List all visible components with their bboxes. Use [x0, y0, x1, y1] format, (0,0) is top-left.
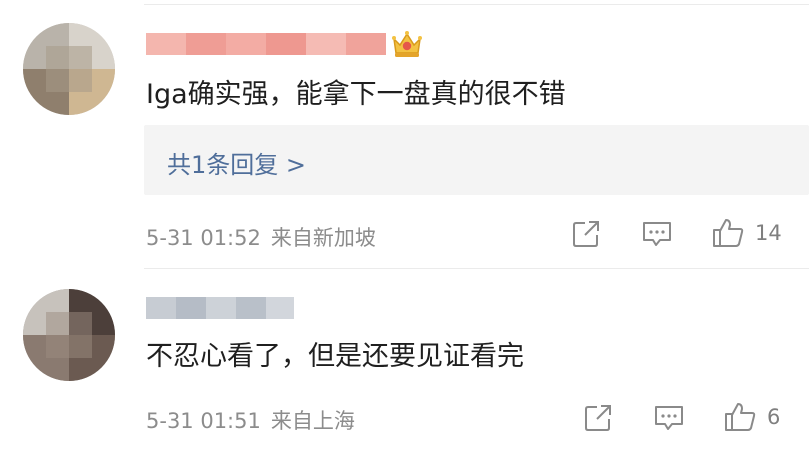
comment-meta: 5-31 01:52 来自新加坡 — [146, 222, 386, 252]
crown-icon — [392, 31, 422, 57]
view-replies-link[interactable]: 共1条回复 > — [167, 145, 306, 180]
comment-source: 来自上海 — [270, 409, 355, 433]
like-count: 6 — [767, 405, 781, 429]
share-icon — [573, 221, 599, 247]
comment-date: 5-31 01:52 — [146, 226, 261, 250]
like-button[interactable]: 6 — [723, 401, 780, 433]
comment-divider — [144, 268, 809, 269]
top-divider — [144, 4, 809, 5]
share-button[interactable] — [583, 403, 613, 433]
comment-source: 来自新加坡 — [270, 226, 376, 250]
share-icon — [585, 405, 611, 431]
like-button[interactable]: 14 — [711, 217, 782, 249]
avatar[interactable] — [23, 23, 115, 115]
comment-date: 5-31 01:51 — [146, 409, 261, 433]
username-blurred[interactable] — [146, 297, 294, 319]
username-blurred[interactable] — [146, 33, 386, 55]
reply-box[interactable]: 共1条回复 > — [144, 125, 809, 195]
comment-icon — [643, 222, 671, 246]
comment-button[interactable] — [641, 219, 673, 249]
comment-button[interactable] — [653, 403, 685, 433]
like-count: 14 — [755, 221, 782, 245]
thumb-up-icon — [713, 219, 744, 247]
share-button[interactable] — [571, 219, 601, 249]
comment-text: 不忍心看了，但是还要见证看完 — [146, 341, 524, 372]
comment-meta: 5-31 01:51 来自上海 — [146, 405, 365, 435]
thumb-up-icon — [725, 403, 756, 431]
comment-text: Iga确实强，能拿下一盘真的很不错 — [146, 79, 566, 110]
comment-icon — [655, 406, 683, 430]
avatar[interactable] — [23, 289, 115, 381]
